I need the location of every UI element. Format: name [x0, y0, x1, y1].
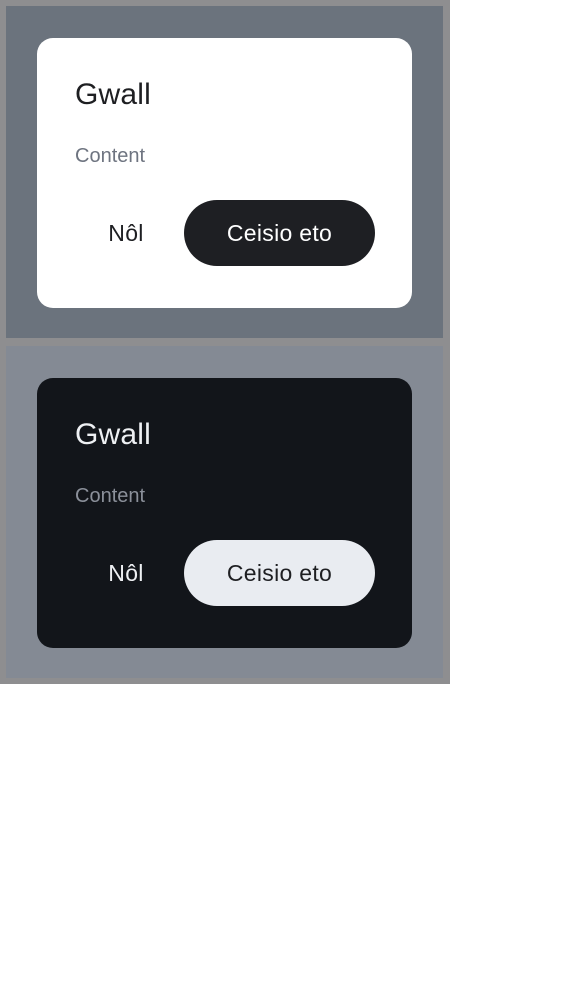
retry-button[interactable]: Ceisio eto — [184, 200, 375, 266]
dialog-title: Gwall — [75, 418, 152, 451]
back-button[interactable]: Nôl — [83, 540, 169, 606]
dialog-content: Content — [75, 145, 146, 167]
retry-button[interactable]: Ceisio eto — [184, 540, 375, 606]
dark-theme-panel: Gwall Content Nôl Ceisio eto — [6, 346, 443, 678]
light-theme-panel: Gwall Content Nôl Ceisio eto — [6, 6, 443, 338]
preview-frame: Gwall Content Nôl Ceisio eto Gwall Conte… — [0, 0, 450, 684]
dialog-content: Content — [75, 485, 146, 507]
light-error-dialog: Gwall Content Nôl Ceisio eto — [37, 38, 412, 308]
back-button[interactable]: Nôl — [83, 200, 169, 266]
dialog-title: Gwall — [75, 78, 152, 111]
dark-error-dialog: Gwall Content Nôl Ceisio eto — [37, 378, 412, 648]
